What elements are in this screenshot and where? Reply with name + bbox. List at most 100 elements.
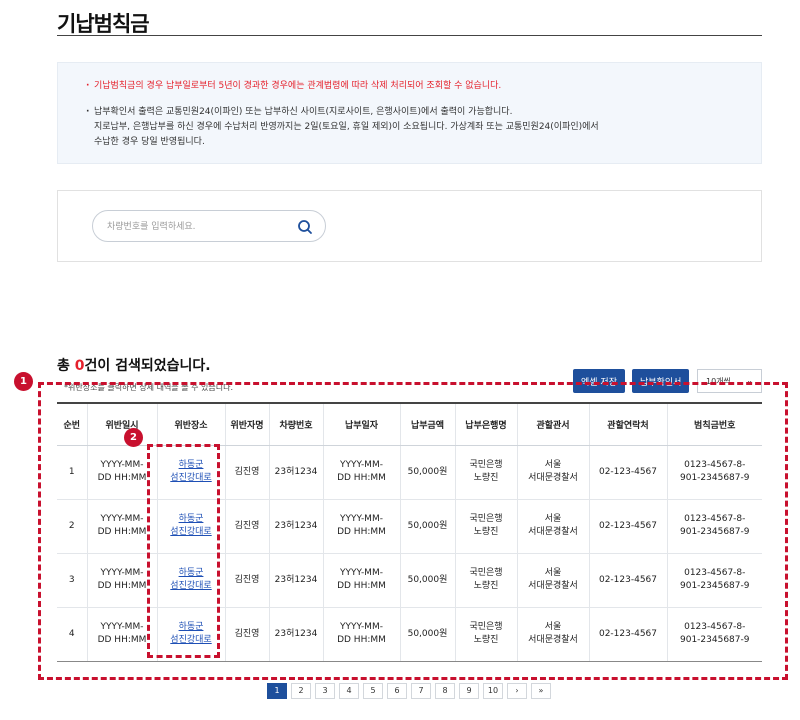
table-header-row: 순번 위반일시 위반장소 위반자명 차량번호 납부일자 납부금액 납부은행명 관… — [57, 402, 762, 446]
fine-line1: 0123-4567-8- — [684, 568, 746, 578]
cell-car-number: 23허1234 — [269, 607, 324, 662]
fine-line1: 0123-4567-8- — [684, 622, 746, 632]
cell-amount: 50,000원 — [400, 499, 456, 554]
location-line1: 하동군 — [178, 568, 204, 578]
cell-location: 하동군 섬진강대로 — [157, 607, 226, 662]
date-line2: DD HH:MM — [97, 581, 147, 591]
cell-location: 하동군 섬진강대로 — [157, 499, 226, 554]
page-button-4[interactable]: 4 — [339, 683, 359, 699]
table-row: 2 YYYY-MM- DD HH:MM 하동군 섬진강대로 김진영 23허1234 … — [57, 499, 762, 554]
fine-line2: 901-2345687-9 — [680, 473, 750, 483]
rows-per-page-select[interactable]: 10개씩 ⌄ — [697, 369, 762, 393]
table-row: 3 YYYY-MM- DD HH:MM 하동군 섬진강대로 김진영 23허1234 … — [57, 553, 762, 608]
cell-fine-number: 0123-4567-8- 901-2345687-9 — [667, 499, 762, 554]
page-button-2[interactable]: 2 — [291, 683, 311, 699]
notice-warning: 기납범칙금의 경우 납부일로부터 5년이 경과한 경우에는 관계법령에 따라 삭… — [86, 79, 733, 94]
cell-phone: 02-123-4567 — [589, 553, 668, 608]
fines-table: 순번 위반일시 위반장소 위반자명 차량번호 납부일자 납부금액 납부은행명 관… — [57, 402, 762, 662]
chevron-down-icon: ⌄ — [746, 376, 753, 385]
bank-line2: 노량진 — [473, 473, 499, 483]
location-link[interactable]: 하동군섬진강대로 — [158, 567, 225, 593]
cell-bank: 국민은행노량진 — [455, 445, 518, 500]
cell-violation-date: YYYY-MM- DD HH:MM — [87, 553, 158, 608]
location-link[interactable]: 하동군 섬진강대로 — [158, 621, 225, 647]
office-line1: 서울 — [544, 622, 562, 632]
search-field — [92, 210, 326, 242]
cell-phone: 02-123-4567 — [589, 607, 668, 662]
last-page-icon[interactable]: » — [531, 683, 551, 699]
results-hint: *위반장소를 클릭하면 상세 내역을 볼 수 있습니다. — [64, 383, 233, 392]
cell-amount: 50,000원 — [400, 607, 456, 662]
page-button-8[interactable]: 8 — [435, 683, 455, 699]
bank-line2: 노량진 — [473, 635, 499, 645]
table-row: 4 YYYY-MM- DD HH:MM 하동군 섬진강대로 김진영 23허1234 … — [57, 607, 762, 662]
date-line1: YYYY-MM- — [100, 460, 144, 470]
page-button-10[interactable]: 10 — [483, 683, 503, 699]
bank-line2: 노량진 — [473, 527, 499, 537]
office-line2: 서대문경찰서 — [528, 635, 578, 645]
search-icon[interactable] — [295, 217, 315, 237]
page-button-6[interactable]: 6 — [387, 683, 407, 699]
cell-no: 4 — [57, 607, 88, 662]
cell-bank: 국민은행 노량진 — [455, 607, 518, 662]
location-line2: 섬진강대로 — [170, 581, 212, 591]
page-button-9[interactable]: 9 — [459, 683, 479, 699]
location-line1: 하동군 — [178, 460, 204, 470]
excel-save-button[interactable]: 엑셀 저장 — [573, 369, 625, 393]
col-header-fine-number: 범칙금번호 — [667, 402, 762, 446]
page-title: 기납범칙금 — [57, 12, 150, 36]
bank-line2: 노량진 — [473, 581, 499, 591]
date-line2: DD HH:MM — [97, 473, 147, 483]
paid-line1: YYYY-MM- — [340, 568, 383, 578]
page-button-5[interactable]: 5 — [363, 683, 383, 699]
cell-bank: 국민은행노량진 — [455, 499, 518, 554]
notice-info-line1: 납부확인서 출력은 교통민원24(이파인) 또는 납부하신 사이트(지로사이트,… — [94, 107, 513, 117]
location-line1: 하동군 — [178, 622, 204, 632]
cell-office: 서울 서대문경찰서 — [517, 445, 590, 500]
office-line1: 서울 — [544, 460, 562, 470]
office-line1: 서울 — [544, 514, 562, 524]
bank-line1: 국민은행 — [469, 514, 503, 524]
results-summary: 총 0건이 검색되었습니다. — [57, 355, 211, 375]
cell-car-number: 23허1234 — [269, 499, 324, 554]
location-link[interactable]: 하동군섬진강대로 — [158, 459, 225, 485]
fine-line1: 0123-4567-8- — [684, 514, 746, 524]
cell-violation-date: YYYY-MM- DD HH:MM — [87, 499, 158, 554]
cell-violator: 김진영 — [225, 445, 270, 500]
page-button-3[interactable]: 3 — [315, 683, 335, 699]
col-header-violator: 위반자명 — [225, 402, 270, 446]
cell-paid-date: YYYY-MM- DD HH:MM — [323, 445, 401, 500]
col-header-phone: 관할연락처 — [589, 402, 668, 446]
bank-line1: 국민은행 — [469, 568, 503, 578]
paid-line2: DD HH:MM — [337, 473, 386, 483]
cell-amount: 50,000원 — [400, 553, 456, 608]
page-button-7[interactable]: 7 — [411, 683, 431, 699]
cell-paid-date: YYYY-MM- DD HH:MM — [323, 553, 401, 608]
paid-line1: YYYY-MM- — [340, 622, 383, 632]
cell-location: 하동군섬진강대로 — [157, 445, 226, 500]
fine-line2: 901-2345687-9 — [680, 635, 750, 645]
cell-no: 3 — [57, 553, 88, 608]
col-header-violation-date: 위반일시 — [87, 402, 158, 446]
office-line2: 서대문경찰서 — [528, 527, 578, 537]
location-line2: 섬진강대로 — [170, 473, 212, 483]
paid-line1: YYYY-MM- — [340, 460, 383, 470]
col-header-bank: 납부은행명 — [455, 402, 518, 446]
cell-violator: 김진영 — [225, 607, 270, 662]
office-line1: 서울 — [544, 568, 562, 578]
receipt-button[interactable]: 납부확인서 — [632, 369, 690, 393]
next-page-icon[interactable]: › — [507, 683, 527, 699]
office-line2: 서대문경찰서 — [528, 581, 578, 591]
cell-violation-date: YYYY-MM- DD HH:MM — [87, 607, 158, 662]
annotation-badge-2: 2 — [124, 428, 143, 447]
pagination: 1 2 3 4 5 6 7 8 9 10 › » — [267, 683, 551, 699]
search-input[interactable] — [107, 219, 287, 235]
col-header-car-number: 차량번호 — [269, 402, 324, 446]
notice-info-line3: 수납한 경우 당일 반영됩니다. — [94, 137, 205, 147]
paid-line1: YYYY-MM- — [340, 514, 383, 524]
location-link[interactable]: 하동군 섬진강대로 — [158, 513, 225, 539]
cell-fine-number: 0123-4567-8- 901-2345687-9 — [667, 553, 762, 608]
bank-line1: 국민은행 — [469, 460, 503, 470]
page-button-1[interactable]: 1 — [267, 683, 287, 699]
cell-paid-date: YYYY-MM- DD HH:MM — [323, 607, 401, 662]
